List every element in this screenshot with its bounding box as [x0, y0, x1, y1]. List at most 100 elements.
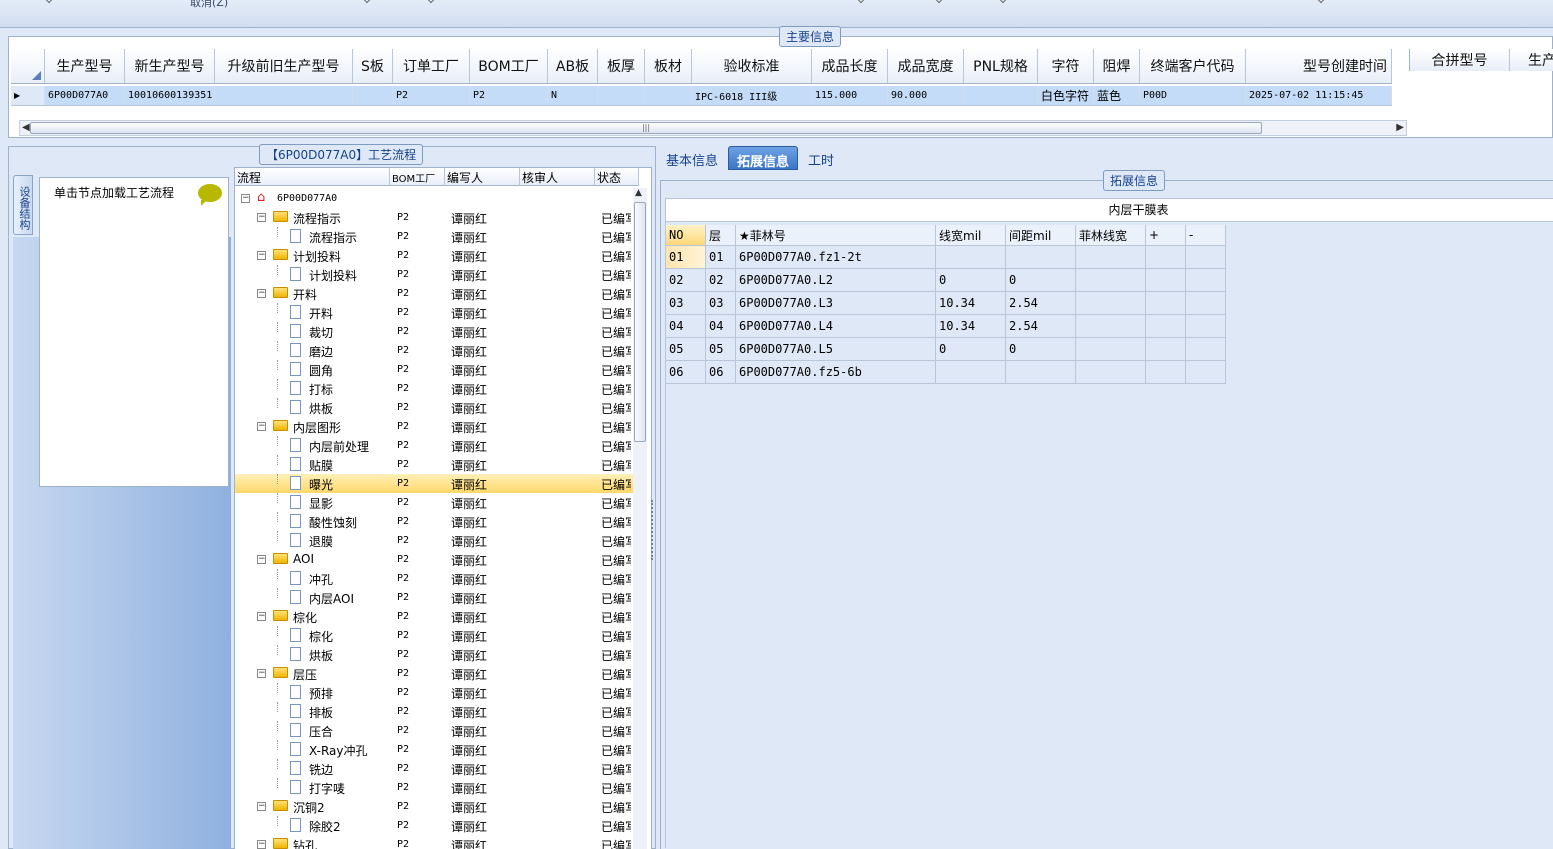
col-created[interactable]: 型号创建时间	[1246, 49, 1392, 83]
col-bom[interactable]: BOM工厂	[390, 168, 445, 186]
col-customer[interactable]: 终端客户代码	[1140, 49, 1246, 83]
col-width[interactable]: 成品宽度	[888, 49, 964, 83]
col-bom-factory[interactable]: BOM工厂	[470, 49, 548, 83]
tree-row[interactable]: 压合 P2 谭丽红 已编写	[235, 721, 639, 740]
col-order-factory[interactable]: 订单工厂	[393, 49, 470, 83]
col-pnl[interactable]: PNL规格	[964, 49, 1038, 83]
cell-no[interactable]: 02	[666, 269, 706, 292]
collapse-icon[interactable]: −	[257, 213, 266, 222]
toolbar-dropdown-icon[interactable]	[44, 0, 54, 4]
tree-row[interactable]: 磨边 P2 谭丽红 已编写	[235, 341, 639, 360]
cell-minus[interactable]	[1186, 246, 1226, 269]
tree-row[interactable]: 冲孔 P2 谭丽红 已编写	[235, 569, 639, 588]
cell-new-model[interactable]: 10010600139351	[125, 86, 215, 105]
tab-extended-info[interactable]: 拓展信息	[728, 146, 799, 170]
col-flow[interactable]: 流程	[235, 168, 390, 186]
cell-spacing[interactable]: 2.54	[1006, 292, 1076, 315]
toolbar-dropdown-icon[interactable]	[998, 0, 1008, 4]
select-all-corner[interactable]	[11, 49, 45, 83]
cell-minus[interactable]	[1186, 338, 1226, 361]
table-row[interactable]: 06 06 6P00D077A0.fz5-6b	[666, 361, 1226, 384]
scroll-thumb[interactable]: |||	[30, 122, 1262, 134]
cell-film-no[interactable]: 6P00D077A0.L4	[736, 315, 936, 338]
cell-plus[interactable]	[1146, 246, 1186, 269]
cell-plus[interactable]	[1146, 315, 1186, 338]
cell-plus[interactable]	[1146, 338, 1186, 361]
cell-prod-model[interactable]: 6P00D077A0	[45, 86, 125, 105]
tree-row[interactable]: − 开料 P2 谭丽红 已编写	[235, 284, 639, 303]
cell-s-board[interactable]	[353, 86, 393, 105]
cell-minus[interactable]	[1186, 292, 1226, 315]
cell-film-no[interactable]: 6P00D077A0.L5	[736, 338, 936, 361]
tree-row[interactable]: 预排 P2 谭丽红 已编写	[235, 683, 639, 702]
col-material[interactable]: 板材	[645, 49, 692, 83]
cell-customer[interactable]: P00D	[1140, 86, 1246, 105]
table-row[interactable]: 01 01 6P00D077A0.fz1-2t	[666, 246, 1226, 269]
cell-no[interactable]: 05	[666, 338, 706, 361]
cell-layer[interactable]: 06	[706, 361, 736, 384]
cell-solder[interactable]: 蓝色	[1094, 86, 1140, 105]
cell-pnl[interactable]	[964, 86, 1038, 105]
cell-line-width[interactable]: 10.34	[936, 315, 1006, 338]
col-solder[interactable]: 阻焊	[1094, 49, 1140, 83]
tree-row[interactable]: 棕化 P2 谭丽红 已编写	[235, 626, 639, 645]
cell-line-width[interactable]: 0	[936, 338, 1006, 361]
cell-plus[interactable]	[1146, 269, 1186, 292]
tree-row[interactable]: 圆角 P2 谭丽红 已编写	[235, 360, 639, 379]
tree-row[interactable]: 酸性蚀刻 P2 谭丽红 已编写	[235, 512, 639, 531]
collapse-icon[interactable]: −	[257, 289, 266, 298]
cell-length[interactable]: 115.000	[812, 86, 888, 105]
tree-scroll-thumb[interactable]	[634, 202, 646, 442]
cell-film-line-width[interactable]	[1076, 315, 1146, 338]
tree-row[interactable]: − 计划投料 P2 谭丽红 已编写	[235, 246, 639, 265]
collapse-icon[interactable]: −	[257, 555, 266, 564]
cell-layer[interactable]: 04	[706, 315, 736, 338]
comment-icon[interactable]	[198, 184, 222, 206]
cell-order-factory[interactable]: P2	[393, 86, 470, 105]
collapse-icon[interactable]: −	[257, 422, 266, 431]
col-status[interactable]: 状态	[595, 168, 639, 186]
toolbar-dropdown-icon[interactable]	[362, 0, 372, 4]
splitter[interactable]	[649, 500, 655, 580]
cell-minus[interactable]	[1186, 269, 1226, 292]
col-line-width[interactable]: 线宽mil	[936, 225, 1006, 246]
tree-row[interactable]: 内层前处理 P2 谭丽红 已编写	[235, 436, 639, 455]
col-length[interactable]: 成品长度	[812, 49, 888, 83]
col-no[interactable]: NO	[666, 225, 706, 246]
tree-row[interactable]: 排板 P2 谭丽红 已编写	[235, 702, 639, 721]
tree-row[interactable]: − 棕化 P2 谭丽红 已编写	[235, 607, 639, 626]
tree-scrollbar[interactable]: ▲	[633, 188, 647, 849]
col-old-model[interactable]: 升级前旧生产型号	[215, 49, 353, 83]
tree-row[interactable]: 烘板 P2 谭丽红 已编写	[235, 398, 639, 417]
cell-old-model[interactable]	[215, 86, 353, 105]
cell-layer[interactable]: 02	[706, 269, 736, 292]
tree-row[interactable]: − 内层图形 P2 谭丽红 已编写	[235, 417, 639, 436]
col-production[interactable]: 生产	[1510, 49, 1553, 71]
tree-row[interactable]: − 沉铜2 P2 谭丽红 已编写	[235, 797, 639, 816]
col-s-board[interactable]: S板	[353, 49, 393, 83]
tree-row[interactable]: 裁切 P2 谭丽红 已编写	[235, 322, 639, 341]
cell-film-no[interactable]: 6P00D077A0.L2	[736, 269, 936, 292]
cell-layer[interactable]: 05	[706, 338, 736, 361]
col-minus[interactable]: -	[1186, 225, 1226, 246]
cell-film-no[interactable]: 6P00D077A0.fz5-6b	[736, 361, 936, 384]
tree-row[interactable]: 烘板 P2 谭丽红 已编写	[235, 645, 639, 664]
toolbar-dropdown-icon[interactable]	[856, 0, 866, 4]
tree-row[interactable]: − 钻孔 P2 谭丽红 已编写	[235, 835, 639, 849]
cell-plus[interactable]	[1146, 361, 1186, 384]
tree-row[interactable]: 打标 P2 谭丽红 已编写	[235, 379, 639, 398]
cell-spacing[interactable]: 0	[1006, 338, 1076, 361]
col-reviewer[interactable]: 核审人	[520, 168, 595, 186]
tree-row[interactable]: 显影 P2 谭丽红 已编写	[235, 493, 639, 512]
col-char[interactable]: 字符	[1038, 49, 1094, 83]
col-prod-model[interactable]: 生产型号	[45, 49, 125, 83]
tree-row[interactable]: 打字唛 P2 谭丽红 已编写	[235, 778, 639, 797]
collapse-icon[interactable]: −	[257, 251, 266, 260]
cell-created[interactable]: 2025-07-02 11:15:45	[1246, 86, 1392, 105]
tree-row[interactable]: 曝光 P2 谭丽红 已编写	[235, 474, 639, 493]
col-layer[interactable]: 层	[706, 225, 736, 246]
tree-row[interactable]: 内层AOI P2 谭丽红 已编写	[235, 588, 639, 607]
tab-basic-info[interactable]: 基本信息	[658, 146, 726, 170]
cell-no[interactable]: 04	[666, 315, 706, 338]
tree-row[interactable]: 铣边 P2 谭丽红 已编写	[235, 759, 639, 778]
